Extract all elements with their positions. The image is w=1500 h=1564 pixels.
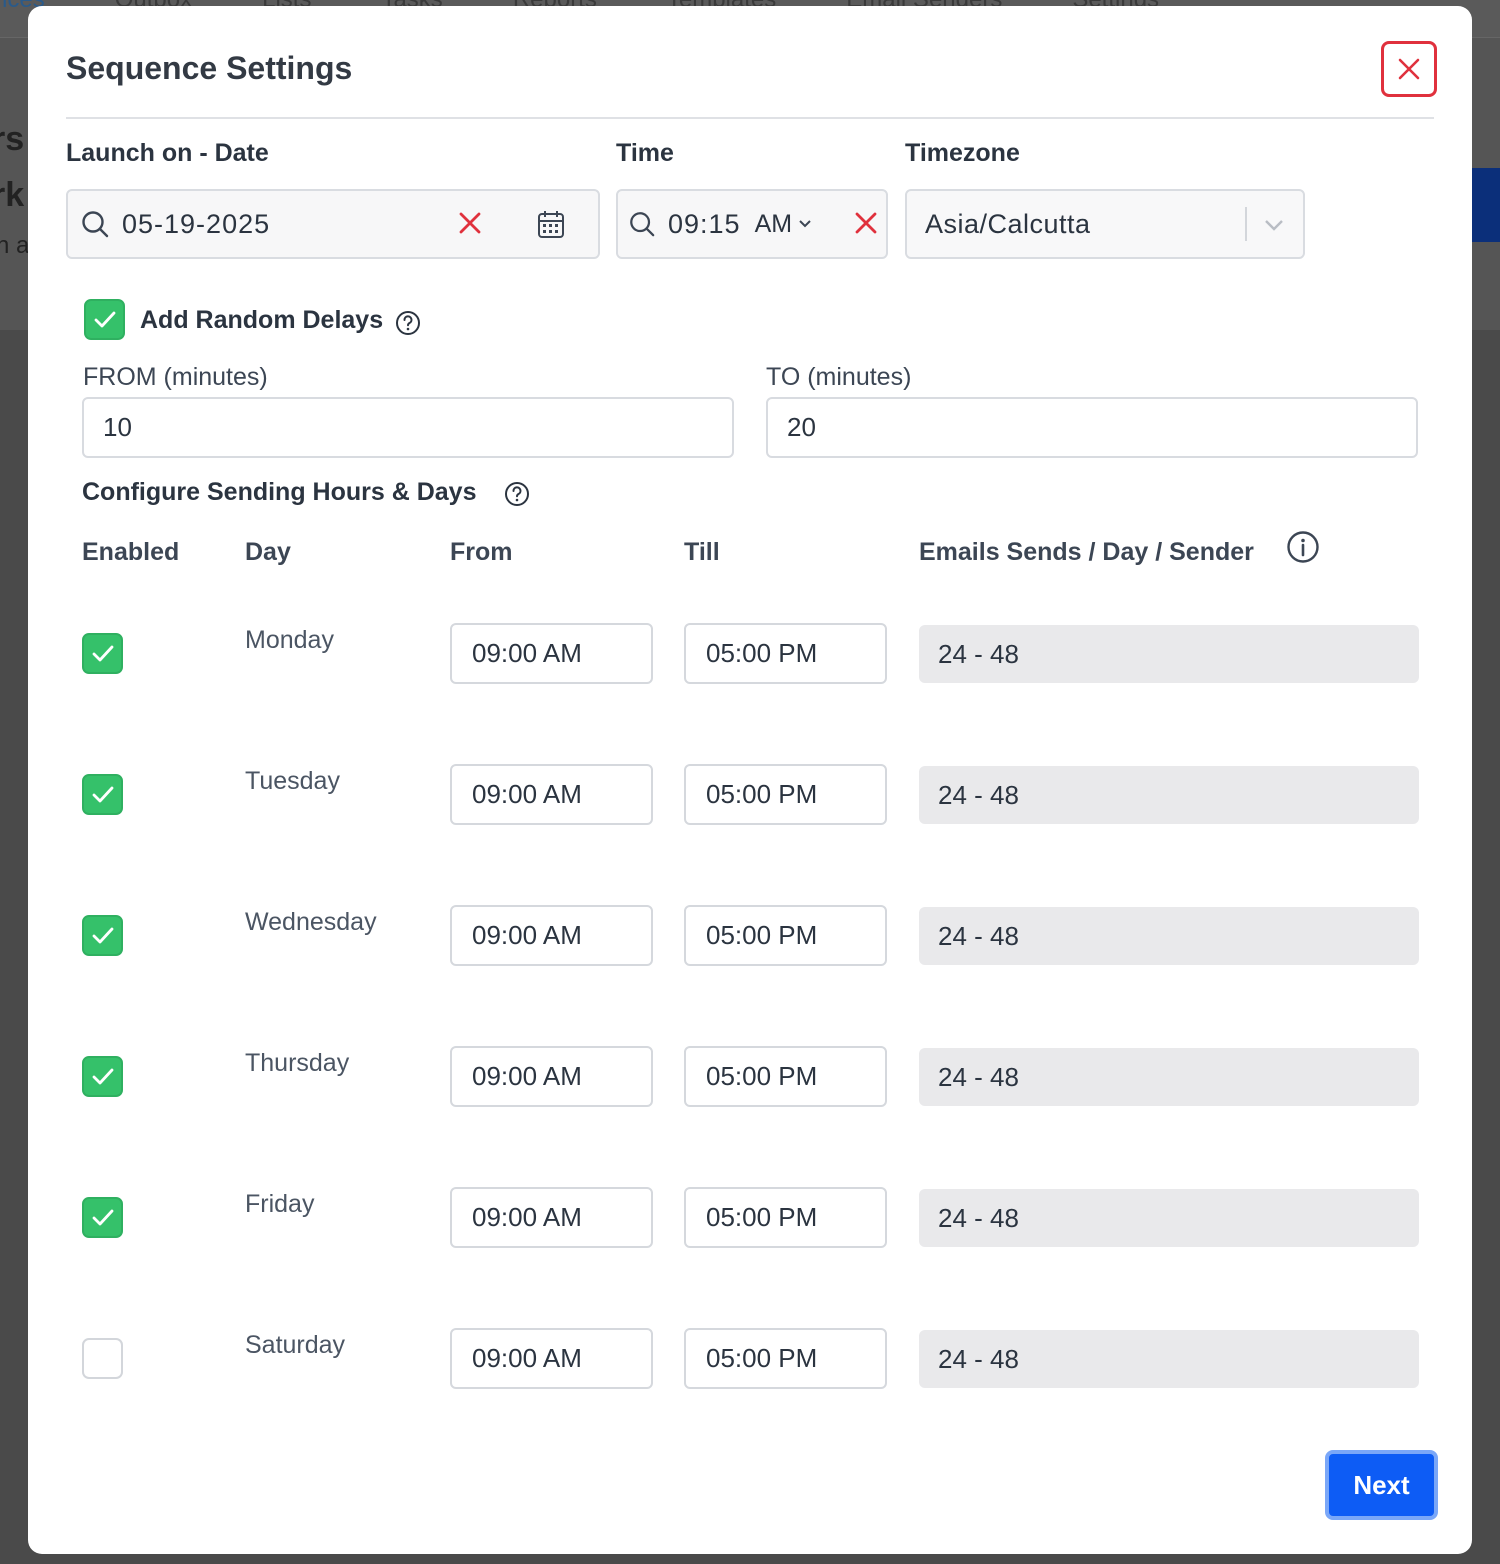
checkmark-icon [91,1208,115,1228]
random-delays-label: Add Random Delays [140,306,384,334]
close-button[interactable] [1381,41,1437,97]
timezone-value: Asia/Calcutta [925,208,1091,239]
from-time-input[interactable]: 09:00 AM [450,905,653,966]
sequence-settings-modal: Sequence Settings Launch on - Date Time … [28,6,1472,1554]
from-time-value: 09:00 AM [472,1343,582,1373]
day-name: Tuesday [245,767,340,795]
day-name: Saturday [245,1331,346,1359]
column-day: Day [245,538,291,566]
search-icon [80,209,110,239]
day-enabled-checkbox[interactable] [82,633,123,674]
checkmark-icon [91,926,115,946]
chevron-down-icon[interactable] [798,219,812,229]
from-time-input[interactable]: 09:00 AM [450,1328,653,1389]
from-time-input[interactable]: 09:00 AM [450,764,653,825]
day-name: Friday [245,1190,315,1218]
timezone-label: Timezone [905,139,1020,167]
checkmark-icon [91,785,115,805]
till-time-value: 05:00 PM [706,638,818,668]
timezone-select[interactable]: Asia/Calcutta [905,189,1305,259]
sends-range: 24 - 48 [919,1330,1419,1388]
day-name: Thursday [245,1049,350,1077]
delay-to-label: TO (minutes) [766,363,912,391]
till-time-value: 05:00 PM [706,1343,818,1373]
from-time-input[interactable]: 09:00 AM [450,1046,653,1107]
sends-range-value: 24 - 48 [938,779,1019,810]
from-time-value: 09:00 AM [472,1202,582,1232]
clear-icon[interactable] [854,211,878,235]
select-separator [1245,207,1247,241]
random-delays-checkbox[interactable] [84,299,125,340]
help-icon[interactable] [395,310,421,336]
sends-range-value: 24 - 48 [938,638,1019,669]
checkmark-icon [91,1067,115,1087]
background-button [1470,168,1500,242]
launch-date-input[interactable]: 05-19-2025 [66,189,600,259]
sends-range: 24 - 48 [919,1048,1419,1106]
launch-time-value: 09:15 [668,208,741,239]
till-time-input[interactable]: 05:00 PM [684,1328,887,1389]
sends-range: 24 - 48 [919,907,1419,965]
till-time-value: 05:00 PM [706,1061,818,1091]
launch-date-value: 05-19-2025 [122,208,271,239]
day-enabled-checkbox[interactable] [82,915,123,956]
sends-range: 24 - 48 [919,1189,1419,1247]
delay-from-input[interactable]: 10 [82,397,734,458]
background-text: rk [0,176,25,214]
from-time-value: 09:00 AM [472,1061,582,1091]
next-button[interactable]: Next [1325,1450,1438,1520]
column-from: From [450,538,513,566]
launch-time-input[interactable]: 09:15 AM [616,189,888,259]
background-text: rs [0,120,25,158]
day-enabled-checkbox[interactable] [82,1056,123,1097]
modal-title: Sequence Settings [66,50,353,86]
from-time-input[interactable]: 09:00 AM [450,1187,653,1248]
time-label: Time [616,139,674,167]
column-enabled: Enabled [82,538,180,566]
sends-range-value: 24 - 48 [938,920,1019,951]
column-sends: Emails Sends / Day / Sender [919,538,1254,566]
delay-from-value: 10 [103,412,132,442]
till-time-input[interactable]: 05:00 PM [684,1046,887,1107]
from-time-input[interactable]: 09:00 AM [450,623,653,684]
chevron-down-icon[interactable] [1264,219,1284,231]
launch-date-label: Launch on - Date [66,139,269,167]
day-enabled-checkbox[interactable] [82,1197,123,1238]
checkmark-icon [91,644,115,664]
day-name: Monday [245,626,334,654]
clear-icon[interactable] [458,211,482,235]
close-icon [1397,57,1421,81]
checkmark-icon [93,310,117,330]
column-till: Till [684,538,720,566]
day-name: Wednesday [245,908,377,936]
till-time-input[interactable]: 05:00 PM [684,905,887,966]
sends-range-value: 24 - 48 [938,1202,1019,1233]
time-period[interactable]: AM [755,210,793,239]
from-time-value: 09:00 AM [472,779,582,809]
sending-hours-title: Configure Sending Hours & Days [82,478,477,506]
till-time-value: 05:00 PM [706,1202,818,1232]
delay-to-input[interactable]: 20 [766,397,1418,458]
from-time-value: 09:00 AM [472,638,582,668]
sends-range-value: 24 - 48 [938,1343,1019,1374]
day-enabled-checkbox[interactable] [82,774,123,815]
from-time-value: 09:00 AM [472,920,582,950]
till-time-input[interactable]: 05:00 PM [684,623,887,684]
delay-to-value: 20 [787,412,816,442]
till-time-input[interactable]: 05:00 PM [684,764,887,825]
till-time-value: 05:00 PM [706,920,818,950]
divider [66,117,1434,119]
till-time-input[interactable]: 05:00 PM [684,1187,887,1248]
day-enabled-checkbox[interactable] [82,1338,123,1379]
background-text: n a [0,232,30,259]
search-icon [628,210,656,238]
sends-range-value: 24 - 48 [938,1061,1019,1092]
delay-from-label: FROM (minutes) [83,363,268,391]
help-icon[interactable] [504,481,530,507]
till-time-value: 05:00 PM [706,779,818,809]
sends-range: 24 - 48 [919,625,1419,683]
info-icon[interactable] [1286,530,1320,564]
calendar-icon[interactable] [537,209,565,239]
sends-range: 24 - 48 [919,766,1419,824]
